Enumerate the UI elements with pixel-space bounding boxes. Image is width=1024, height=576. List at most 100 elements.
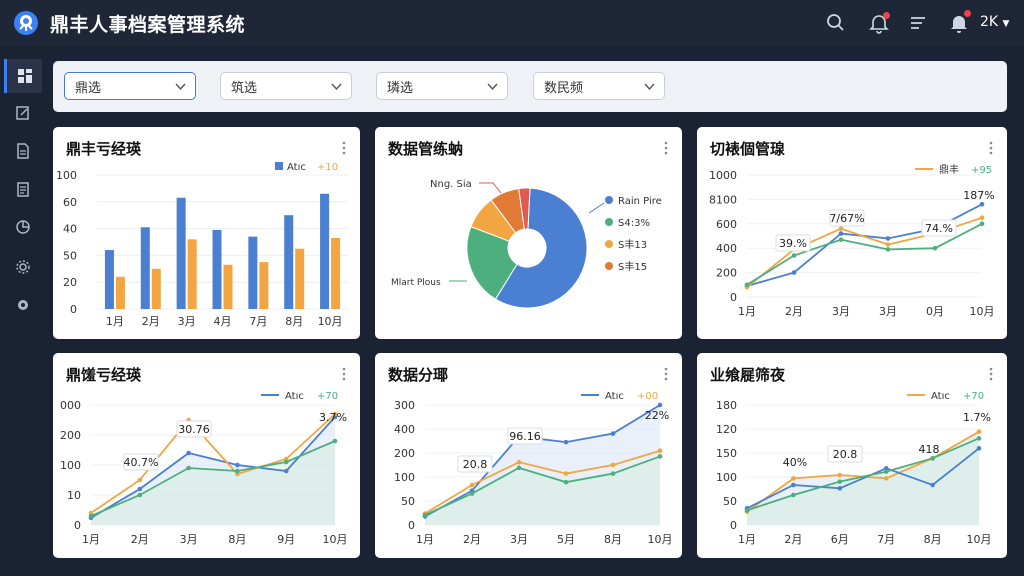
data-point: [332, 438, 338, 444]
data-point: [791, 476, 796, 481]
y-tick-label: 100: [394, 471, 415, 484]
data-point: [976, 436, 982, 441]
data-label: 418: [919, 443, 940, 456]
bar: [212, 229, 222, 309]
bar: [248, 236, 258, 309]
data-point: [610, 471, 616, 476]
search-icon[interactable]: [825, 12, 847, 34]
filter-select-1[interactable]: 鼎选: [64, 72, 196, 100]
annotation-label: Mlart Plous: [391, 278, 441, 288]
chart-card-6: 业飨屣筛夜 0 50 100 150 120 180 1月 2月 6月 7月 8月 10月 Atıc +7…: [697, 353, 1007, 558]
sidebar-item-document[interactable]: [4, 134, 42, 168]
area-chart: 0 50 100 200 400 300 1月 2月 3月 5月 8月 10月 Atıc +00 20.8 9…: [394, 391, 673, 546]
edit-icon: [16, 106, 29, 120]
chevron-down-icon: [331, 83, 342, 91]
data-point: [932, 245, 938, 251]
data-point: [88, 513, 94, 519]
legend-label: 鼎丰: [939, 163, 959, 176]
filter-select-4[interactable]: 数民频: [533, 72, 665, 100]
data-point: [610, 462, 616, 468]
sidebar-item-clipboard[interactable]: [4, 172, 42, 206]
data-point: [283, 459, 289, 465]
chart-card-1: 鼎丰亏经瑛 0 20 50 40 60 100 Atıc +10 1月 2月 3月 4月 7月 8月 10月: [53, 127, 360, 339]
x-tick-label: 4月: [214, 315, 232, 328]
legend-label: Atıc: [931, 391, 950, 402]
y-tick-label: 600: [716, 218, 737, 231]
x-tick-label: 7月: [877, 533, 895, 546]
chart-card-4: 鼎馐亏经瑛 0 10 100 200 000 1月 2月 3月 8月 9月 10月 Atıc +70 40…: [53, 353, 360, 558]
legend-swatch: [605, 240, 613, 248]
y-tick-label: 100: [716, 471, 737, 484]
data-point: [235, 468, 240, 474]
data-point: [516, 465, 522, 471]
gear-icon: [16, 260, 30, 274]
x-tick-label: 9月: [277, 533, 295, 546]
chevron-down-icon: ▼: [1002, 19, 1010, 29]
data-point: [837, 486, 843, 491]
y-tick-label: 50: [401, 495, 415, 508]
data-point: [186, 465, 191, 471]
user-menu[interactable]: 2K ▼: [980, 14, 1009, 30]
legend-swatch: [605, 218, 613, 226]
sidebar-item-chart[interactable]: [4, 210, 42, 244]
logo-icon: [14, 11, 38, 35]
x-tick-label: 2月: [142, 315, 160, 328]
x-tick-label: 6月: [831, 533, 849, 546]
filter-select-3[interactable]: 璘选: [376, 72, 508, 100]
bar: [140, 227, 150, 309]
app-title: 鼎丰人事档案管理系统: [50, 14, 246, 36]
x-tick-label: 7月: [249, 315, 267, 328]
data-point: [837, 479, 843, 484]
x-tick-label: 1月: [416, 533, 434, 546]
notification-dot: [964, 10, 971, 17]
sidebar: [0, 46, 46, 576]
data-point: [885, 242, 891, 247]
legend-label: S丰13: [618, 238, 647, 251]
data-point: [516, 459, 522, 465]
x-tick-label: 10月: [648, 533, 673, 546]
y-tick-label: 10: [67, 489, 81, 502]
data-label: 1.7%: [963, 411, 991, 424]
y-tick-label: 40: [63, 223, 77, 236]
data-label: 74.%: [925, 222, 953, 235]
y-tick-label: 0: [730, 291, 737, 304]
document-icon: [17, 143, 29, 159]
y-tick-label: 60: [63, 196, 77, 209]
data-label: 22%: [645, 409, 669, 422]
data-point: [744, 508, 750, 513]
legend-label: +70: [317, 391, 338, 402]
data-point: [791, 270, 797, 275]
y-tick-label: 0: [408, 519, 415, 532]
x-tick-label: 10月: [318, 315, 343, 328]
menu-lines-icon[interactable]: [907, 12, 929, 34]
sidebar-item-gear[interactable]: [4, 250, 42, 284]
bar: [320, 193, 330, 309]
data-point: [791, 492, 796, 498]
y-tick-label: 50: [723, 495, 737, 508]
legend-label: Rain Pire: [618, 196, 662, 207]
bar: [331, 237, 341, 309]
data-point: [838, 231, 844, 236]
filter-select-value: 璘选: [387, 80, 414, 96]
sidebar-item-dashboard[interactable]: [4, 59, 42, 93]
data-point: [186, 450, 191, 456]
data-point: [469, 482, 475, 488]
clipboard-icon: [17, 182, 29, 197]
legend-label: Atıc: [285, 391, 304, 402]
filter-select-value: 筑选: [231, 80, 258, 96]
data-point: [563, 479, 569, 485]
chevron-down-icon: [487, 83, 498, 91]
y-tick-label: 0: [74, 519, 81, 532]
data-point: [930, 482, 935, 488]
x-tick-label: 3月: [832, 305, 850, 318]
data-point: [838, 237, 844, 242]
x-tick-label: 8月: [604, 533, 622, 546]
sidebar-item-settings[interactable]: [4, 288, 42, 322]
sidebar-item-edit[interactable]: [4, 96, 42, 130]
x-tick-label: 10月: [970, 305, 995, 318]
filter-select-2[interactable]: 筑选: [220, 72, 352, 100]
bar: [223, 264, 233, 309]
data-point: [657, 448, 663, 454]
pie-chart: Rain Pire S4:3% S丰13 S丰15 Nng. Sia Mlart Plou…: [391, 179, 662, 309]
y-tick-label: 8100: [709, 193, 737, 206]
